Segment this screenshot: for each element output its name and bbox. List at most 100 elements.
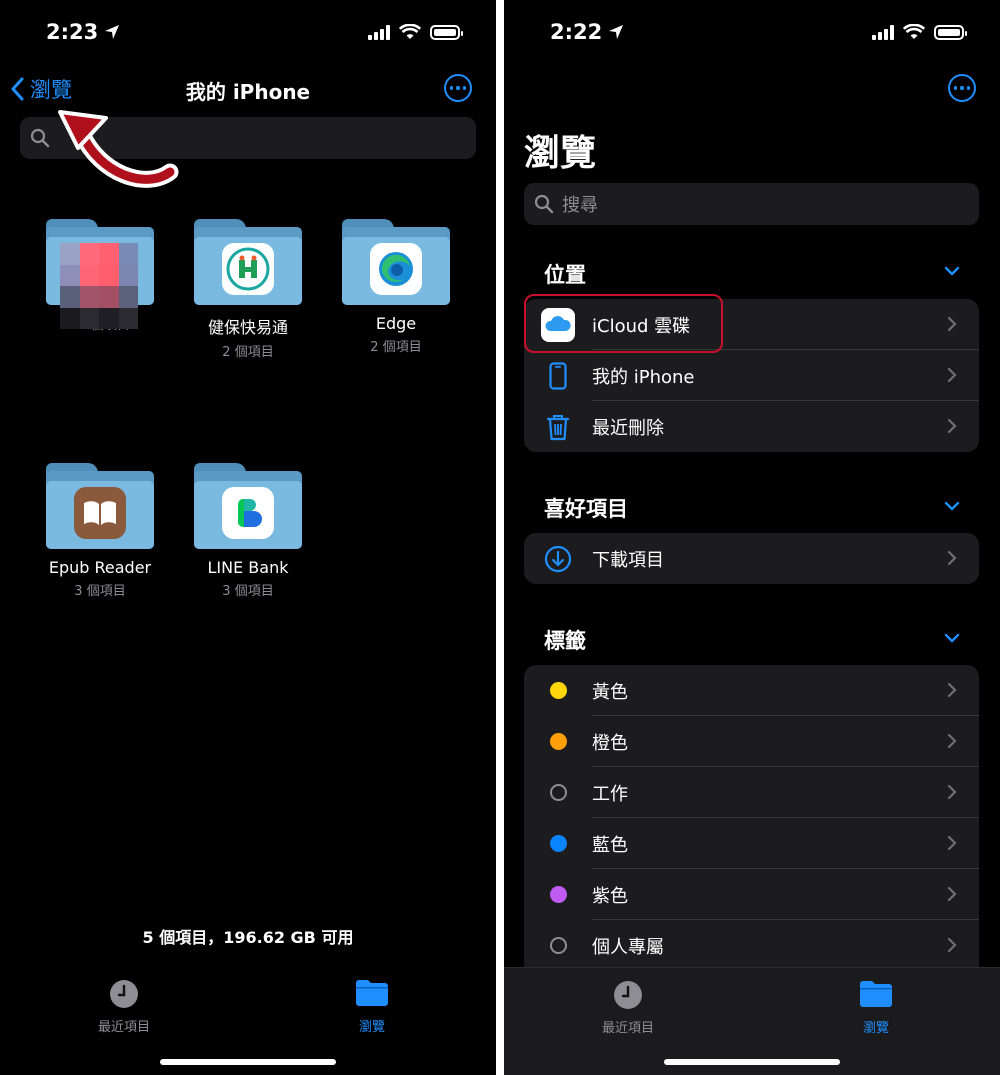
tags-list: 黃色 橙色 工作 藍色 紫色 個人專屬	[524, 665, 979, 975]
folder-item[interactable]: LINE Bank 3 個項目	[193, 463, 303, 599]
chevron-right-icon	[947, 316, 957, 332]
list-item-label: 工作	[592, 783, 628, 805]
search-placeholder: 搜尋	[562, 195, 598, 216]
battery-icon	[934, 24, 967, 40]
tag-color-dot	[549, 682, 567, 699]
list-item-label: 藍色	[592, 834, 628, 856]
search-icon	[534, 194, 554, 214]
folder-icon	[356, 980, 388, 1006]
folder-count: 3 個項目	[222, 584, 274, 599]
chevron-right-icon	[947, 367, 957, 383]
folder-icon	[342, 219, 450, 305]
tab-label: 瀏覽	[358, 1020, 385, 1035]
chevron-down-icon[interactable]	[944, 633, 960, 643]
status-icons	[368, 24, 463, 40]
chevron-right-icon	[947, 784, 957, 800]
list-item-label: 最近刪除	[592, 417, 664, 439]
wifi-icon	[903, 24, 925, 39]
tab-label: 最近項目	[601, 1021, 654, 1036]
list-item-tag-blue[interactable]: 藍色	[524, 818, 979, 869]
page-title: 瀏覽	[524, 133, 597, 174]
tag-color-dot	[549, 886, 567, 903]
status-time-text: 2:22	[550, 20, 603, 44]
clock-icon	[614, 981, 642, 1009]
list-item-tag-orange[interactable]: 橙色	[524, 716, 979, 767]
section-header-tags[interactable]: 標籤	[544, 625, 586, 655]
list-item-tag-work[interactable]: 工作	[524, 767, 979, 818]
tag-color-dot	[549, 733, 567, 750]
list-item-label: 橙色	[592, 732, 628, 754]
folder-icon	[46, 219, 154, 329]
tag-empty-dot	[549, 784, 567, 801]
search-icon	[30, 128, 50, 148]
status-time: 2:23	[46, 20, 120, 44]
section-header-locations[interactable]: 位置	[544, 259, 586, 289]
folder-name: Edge	[375, 314, 417, 333]
search-bar[interactable]: 搜尋	[524, 183, 979, 225]
chevron-right-icon	[947, 733, 957, 749]
list-item-recently-deleted[interactable]: 最近刪除	[524, 401, 979, 452]
folder-item[interactable]: Edge 2 個項目	[341, 219, 451, 355]
tab-browse[interactable]: 瀏覽	[332, 979, 412, 1035]
list-item-label: 個人專屬	[592, 936, 664, 958]
list-item-tag-purple[interactable]: 紫色	[524, 869, 979, 920]
folder-count: 2 個項目	[370, 340, 422, 355]
folder-count: 3 個項目	[74, 584, 126, 599]
tab-browse[interactable]: 瀏覽	[836, 980, 916, 1036]
tab-recents[interactable]: 最近項目	[588, 980, 668, 1036]
folder-name: 健保快易通	[207, 318, 288, 337]
tab-recents[interactable]: 最近項目	[84, 979, 164, 1035]
chevron-down-icon[interactable]	[944, 266, 960, 276]
list-item-label: 下載項目	[592, 549, 664, 571]
location-arrow-icon	[105, 25, 120, 39]
chevron-down-icon[interactable]	[944, 501, 960, 511]
chevron-right-icon	[947, 937, 957, 953]
list-item-tag-yellow[interactable]: 黃色	[524, 665, 979, 716]
cellular-signal-icon	[872, 24, 894, 40]
list-item-downloads[interactable]: 下載項目	[524, 533, 979, 584]
folder-item[interactable]: 22 個項目	[45, 219, 155, 333]
folder-name: Epub Reader	[48, 558, 152, 577]
tag-empty-dot	[549, 937, 567, 954]
status-time-text: 2:23	[46, 20, 99, 44]
chevron-right-icon	[947, 835, 957, 851]
list-item-label: 我的 iPhone	[592, 366, 695, 388]
tab-bar: 最近項目 瀏覽	[504, 967, 1000, 1075]
more-options-button[interactable]	[444, 74, 472, 102]
list-item-my-iphone[interactable]: 我的 iPhone	[524, 350, 979, 401]
line-bank-app-icon	[222, 487, 274, 539]
folder-item[interactable]: Epub Reader 3 個項目	[45, 463, 155, 599]
list-item-label: 紫色	[592, 885, 628, 907]
tab-label: 瀏覽	[862, 1021, 889, 1036]
status-time: 2:22	[550, 20, 624, 44]
book-app-icon	[74, 487, 126, 539]
page-title: 我的 iPhone	[185, 80, 311, 104]
home-indicator	[160, 1059, 336, 1065]
cellular-signal-icon	[368, 24, 390, 40]
favorites-list: 下載項目	[524, 533, 979, 584]
more-options-button[interactable]	[948, 74, 976, 102]
tab-bar: 最近項目 瀏覽	[0, 967, 496, 1075]
chevron-right-icon	[947, 886, 957, 902]
status-icons	[872, 24, 967, 40]
folder-icon	[46, 463, 154, 549]
tab-label: 最近項目	[97, 1020, 150, 1035]
folder-item[interactable]: 健保快易通 2 個項目	[193, 219, 303, 360]
pixelated-app-icon	[60, 243, 138, 329]
folder-icon	[194, 219, 302, 305]
list-item-tag-personal[interactable]: 個人專屬	[524, 920, 979, 971]
nhi-app-icon	[222, 243, 274, 295]
download-icon	[540, 533, 576, 584]
tag-color-dot	[549, 835, 567, 852]
folder-icon	[860, 981, 892, 1007]
wifi-icon	[399, 24, 421, 39]
folder-count: 2 個項目	[222, 345, 274, 360]
list-item-label: 黃色	[592, 681, 628, 703]
home-indicator	[664, 1059, 840, 1065]
annotation-arrow-icon	[58, 110, 179, 188]
right-screen: 2:22 瀏覽 搜尋 位置 iCloud 雲碟 我的 iPhone 最近刪除 喜…	[504, 0, 1000, 1075]
battery-icon	[430, 24, 463, 40]
section-header-favorites[interactable]: 喜好項目	[544, 493, 628, 523]
storage-summary: 5 個項目，196.62 GB 可用	[142, 928, 354, 947]
left-screen: 2:23 瀏覽 我的 iPhone 22 個項目	[0, 0, 496, 1075]
